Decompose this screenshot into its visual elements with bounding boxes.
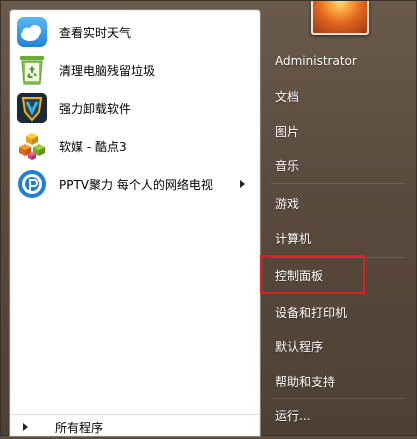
right-item-run[interactable]: 运行... — [263, 401, 413, 429]
submenu-arrow-icon[interactable] — [240, 180, 245, 188]
program-label: 强力卸载软件 — [59, 101, 132, 116]
right-item-label: 图片 — [275, 124, 300, 139]
right-item-documents[interactable]: 文档 — [263, 82, 413, 110]
divider — [271, 398, 405, 399]
right-item-label: Administrator — [275, 54, 357, 68]
highlight-box — [260, 255, 365, 294]
right-item-label: 文档 — [275, 89, 300, 104]
program-label: 查看实时天气 — [59, 25, 132, 40]
right-item-pictures[interactable]: 图片 — [263, 117, 413, 145]
right-item-music[interactable]: 音乐 — [263, 151, 413, 179]
right-item-help-support[interactable]: 帮助和支持 — [263, 367, 413, 395]
uninstall-shield-icon — [16, 92, 48, 124]
right-item-label: 音乐 — [275, 158, 300, 173]
right-item-label: 默认程序 — [275, 339, 324, 354]
expand-arrow-icon — [23, 423, 28, 431]
right-item-label: 设备和打印机 — [275, 305, 348, 320]
recycle-bin-icon — [16, 54, 48, 86]
start-menu: 查看实时天气 清理电脑残留垃圾 强力卸载软件 软媒 - 酷点3 PPTV聚力 每… — [0, 0, 417, 437]
right-item-label: 游戏 — [275, 196, 300, 211]
programs-panel: 查看实时天气 清理电脑残留垃圾 强力卸载软件 软媒 - 酷点3 PPTV聚力 每… — [9, 9, 261, 437]
program-label: 软媒 - 酷点3 — [59, 139, 127, 154]
all-programs-button[interactable]: 所有程序 — [10, 414, 260, 439]
right-item-devices-printers[interactable]: 设备和打印机 — [263, 298, 413, 326]
right-item-computer[interactable]: 计算机 — [263, 224, 413, 252]
right-item-default-programs[interactable]: 默认程序 — [263, 332, 413, 360]
program-label: PPTV聚力 每个人的网络电视 — [59, 177, 213, 192]
right-item-administrator[interactable]: Administrator — [263, 47, 413, 75]
right-item-label: 计算机 — [275, 231, 312, 246]
program-item-pptv[interactable]: PPTV聚力 每个人的网络电视 — [13, 166, 257, 202]
program-item-weather[interactable]: 查看实时天气 — [13, 14, 257, 50]
program-label: 清理电脑残留垃圾 — [59, 63, 156, 78]
user-picture[interactable] — [311, 1, 369, 35]
program-item-kudian[interactable]: 软媒 - 酷点3 — [13, 128, 257, 164]
right-item-games[interactable]: 游戏 — [263, 189, 413, 217]
kudian-cubes-icon — [16, 130, 48, 162]
program-item-uninstaller[interactable]: 强力卸载软件 — [13, 90, 257, 126]
pptv-icon — [16, 168, 48, 200]
all-programs-label: 所有程序 — [55, 420, 104, 435]
divider — [271, 183, 405, 184]
right-item-label: 运行... — [275, 408, 311, 423]
program-item-cleaner[interactable]: 清理电脑残留垃圾 — [13, 52, 257, 88]
weather-icon — [16, 16, 48, 48]
right-item-label: 帮助和支持 — [275, 374, 336, 389]
